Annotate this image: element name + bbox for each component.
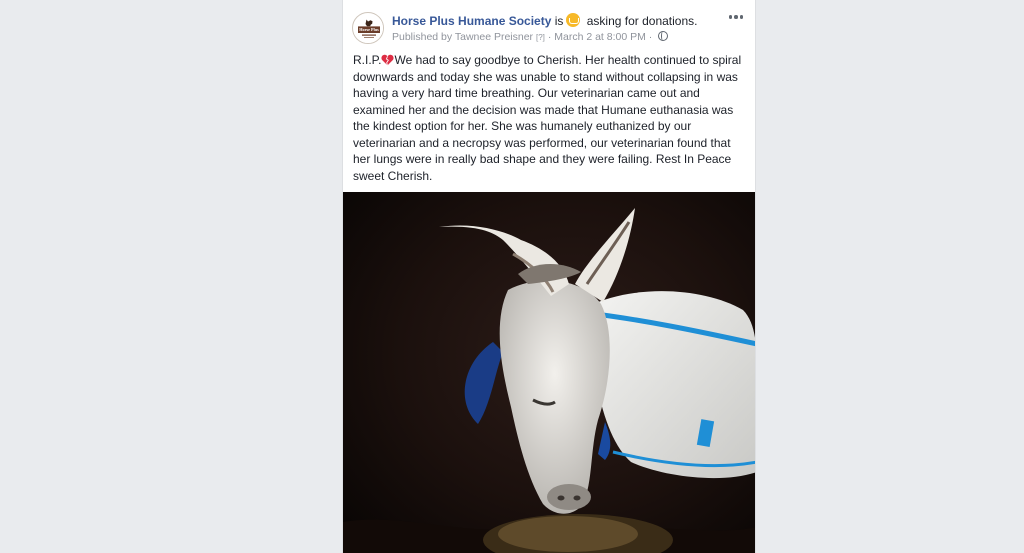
- message-text: We had to say goodbye to Cherish. Her he…: [353, 53, 742, 183]
- post-message: R.I.P. We had to say goodbye to Cherish. …: [353, 52, 749, 211]
- dot-icon: [739, 15, 744, 19]
- donation-action-text: asking for donations.: [586, 14, 698, 28]
- page-name-link[interactable]: Horse Plus Humane Society: [392, 14, 551, 28]
- avatar-logo-text: Horse Plus: [359, 27, 379, 32]
- rip-text: R.I.P.: [353, 53, 382, 67]
- post-photo[interactable]: [343, 192, 756, 553]
- dot-icon: [728, 15, 733, 19]
- separator: ·: [547, 31, 552, 43]
- help-icon[interactable]: [?]: [536, 33, 545, 42]
- broken-heart-icon: [381, 54, 395, 66]
- post-message-paragraph: R.I.P. We had to say goodbye to Cherish. …: [353, 52, 749, 184]
- donkey-nostril: [573, 495, 581, 501]
- timestamp-link[interactable]: March 2 at 8:00 PM: [554, 31, 646, 43]
- publisher-link[interactable]: Published by Tawnee Preisner: [392, 31, 533, 43]
- page-avatar[interactable]: Horse Plus: [352, 12, 384, 44]
- separator: ·: [648, 31, 653, 43]
- post-card: Horse Plus Horse Plus Humane Society is …: [342, 0, 756, 553]
- post-title-line: Horse Plus Humane Society is asking for …: [392, 13, 698, 28]
- dot-icon: [734, 15, 738, 19]
- more-options-button[interactable]: [723, 8, 749, 26]
- donkey-nostril: [557, 495, 565, 501]
- horse-plus-logo: Horse Plus: [353, 13, 383, 43]
- fundraiser-icon: [566, 13, 581, 27]
- post-header: Horse Plus Horse Plus Humane Society is …: [343, 0, 755, 52]
- hay-pile-highlight: [498, 516, 638, 552]
- globe-icon[interactable]: [658, 31, 669, 41]
- donkey-muzzle: [547, 484, 591, 510]
- post-meta: Published by Tawnee Preisner [?] · March…: [392, 31, 669, 43]
- is-text: is: [554, 14, 564, 28]
